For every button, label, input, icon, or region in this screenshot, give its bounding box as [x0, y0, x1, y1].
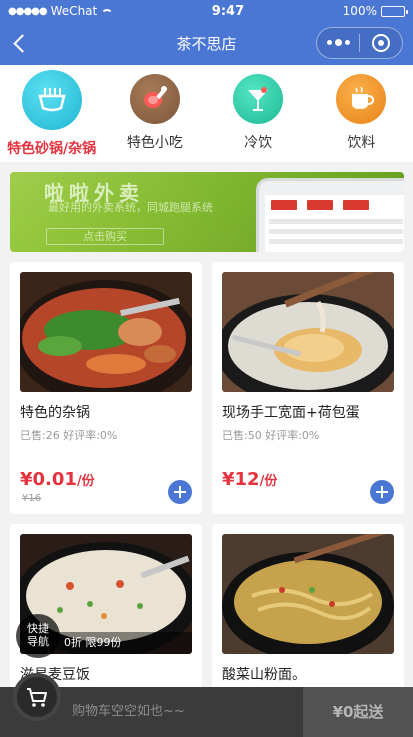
cocktail-icon — [233, 74, 284, 124]
drumstick-icon — [129, 74, 180, 124]
battery-percent: 100% — [342, 4, 377, 18]
category-bar: 特色砂锅/杂锅 特色小吃 冷饮 饮料 — [0, 65, 413, 162]
close-miniprogram-button[interactable] — [360, 34, 402, 52]
quick-nav-label-2: 导航 — [27, 635, 49, 648]
product-original-price: ¥16 — [22, 493, 42, 504]
product-card[interactable]: 酸菜山粉面。 — [212, 524, 404, 704]
category-item-snacks[interactable]: 特色小吃 — [103, 65, 206, 162]
category-label: 饮料 — [347, 135, 376, 151]
category-label: 特色砂锅/杂锅 — [7, 141, 97, 157]
banner-subtitle: 最好用的外卖系统，同城跑腿系统 — [48, 201, 213, 214]
add-to-cart-button[interactable] — [370, 480, 394, 504]
category-label: 冷饮 — [244, 135, 273, 151]
target-icon — [372, 34, 390, 52]
quick-nav-button[interactable]: 快捷 导航 — [16, 614, 60, 658]
shopping-cart-icon — [27, 688, 47, 707]
product-stats: 已售:50 好评率:0% — [222, 429, 320, 442]
product-photo-noodles-egg — [222, 272, 394, 392]
back-button[interactable] — [8, 30, 32, 56]
carrier-label: WeChat — [50, 4, 98, 18]
category-item-casserole[interactable]: 特色砂锅/杂锅 — [0, 65, 103, 162]
more-button[interactable] — [317, 39, 359, 46]
product-stats: 已售:26 好评率:0% — [20, 429, 118, 442]
nav-bar: 茶不思店 — [0, 22, 413, 65]
product-name: 特色的杂锅 — [20, 405, 90, 421]
product-price: ¥0.01/份 — [20, 469, 95, 490]
product-name: 现场手工宽面+荷包蛋 — [222, 405, 360, 421]
battery-icon — [380, 5, 408, 17]
cart-empty-text: 购物车空空如也~~ — [72, 704, 185, 719]
product-photo-sour-noodles — [222, 534, 394, 654]
product-price: ¥12/份 — [222, 469, 278, 490]
product-name: 酸菜山粉面。 — [222, 667, 306, 683]
page-title: 茶不思店 — [176, 35, 237, 53]
top-bar: ●●●●● WeChat 9:47 100% 茶不思店 — [0, 0, 413, 65]
wifi-icon — [101, 8, 114, 18]
coffee-cup-icon — [336, 74, 387, 124]
category-item-cold-drinks[interactable]: 冷饮 — [207, 65, 310, 162]
category-item-drinks[interactable]: 饮料 — [310, 65, 413, 162]
banner-buy-button[interactable]: 点击购买 — [46, 228, 164, 245]
bowl-icon — [21, 70, 82, 130]
product-photo-hotpot — [20, 272, 192, 392]
quick-nav-label-1: 快捷 — [27, 622, 49, 635]
promo-banner[interactable]: 啦啦外卖 最好用的外卖系统，同城跑腿系统 点击购买 — [10, 172, 404, 252]
phone-mockup-image — [256, 178, 404, 252]
add-to-cart-button[interactable] — [168, 480, 192, 504]
clock: 9:47 — [211, 3, 245, 19]
product-card[interactable]: 现场手工宽面+荷包蛋 已售:50 好评率:0% ¥12/份 — [212, 262, 404, 514]
min-order-button[interactable]: ¥0起送 — [303, 687, 413, 737]
cart-button[interactable] — [13, 673, 61, 721]
cart-bar: 购物车空空如也~~ ¥0起送 — [0, 673, 413, 737]
signal-icon: ●●●●● — [8, 5, 48, 17]
category-label: 特色小吃 — [126, 135, 183, 151]
mini-program-capsule — [316, 27, 403, 59]
status-bar: ●●●●● WeChat 9:47 100% — [0, 0, 413, 22]
product-card[interactable]: 特色的杂锅 已售:26 好评率:0% ¥0.01/份 ¥16 — [10, 262, 202, 514]
